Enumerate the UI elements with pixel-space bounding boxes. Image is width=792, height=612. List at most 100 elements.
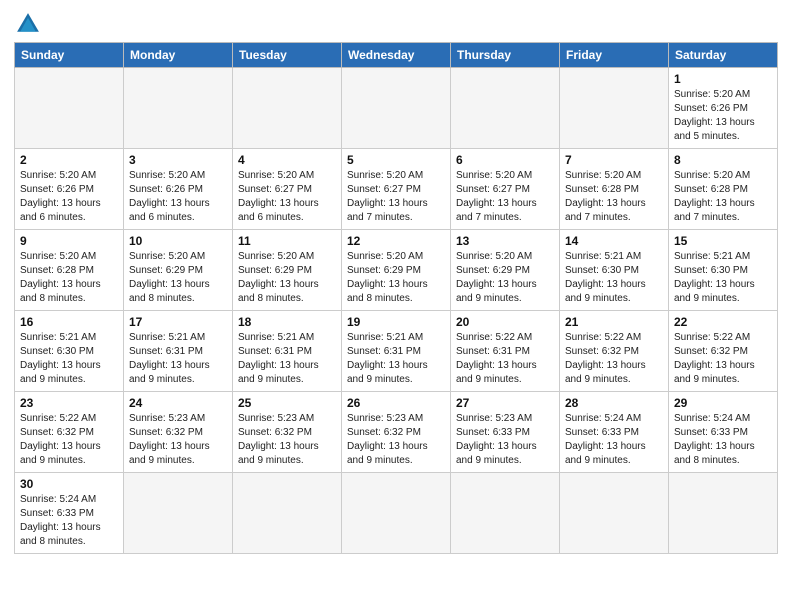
- calendar-cell: 9Sunrise: 5:20 AM Sunset: 6:28 PM Daylig…: [15, 230, 124, 311]
- day-number: 18: [238, 315, 336, 329]
- col-friday: Friday: [560, 43, 669, 68]
- day-number: 27: [456, 396, 554, 410]
- col-thursday: Thursday: [451, 43, 560, 68]
- day-number: 15: [674, 234, 772, 248]
- calendar-cell: 28 Sunrise: 5:24 AM Sunset: 6:33 PM Dayli…: [560, 392, 669, 473]
- calendar-cell: [15, 68, 124, 149]
- week-row-5: 23Sunrise: 5:22 AM Sunset: 6:32 PM Dayli…: [15, 392, 778, 473]
- calendar-cell: 7Sunrise: 5:20 AM Sunset: 6:28 PM Daylig…: [560, 149, 669, 230]
- day-number: 13: [456, 234, 554, 248]
- calendar-cell: 22Sunrise: 5:22 AM Sunset: 6:32 PM Dayli…: [669, 311, 778, 392]
- calendar-cell: 11 Sunrise: 5:20 AM Sunset: 6:29 PM Dayli…: [233, 230, 342, 311]
- day-number: 8: [674, 153, 772, 167]
- day-info: Sunrise: 5:21 AM Sunset: 6:31 PM Dayligh…: [129, 331, 227, 387]
- day-number: 10: [129, 234, 227, 248]
- calendar-cell: [233, 473, 342, 554]
- calendar-cell: [451, 68, 560, 149]
- day-info: Sunrise: 5:20 AM Sunset: 6:26 PM Dayligh…: [674, 88, 772, 144]
- calendar-page: Sunday Monday Tuesday Wednesday Thursday…: [0, 0, 792, 612]
- col-sunday: Sunday: [15, 43, 124, 68]
- calendar-cell: [124, 68, 233, 149]
- day-info: Sunrise: 5:22 AM Sunset: 6:31 PM Dayligh…: [456, 331, 554, 387]
- week-row-2: 2Sunrise: 5:20 AM Sunset: 6:26 PM Daylig…: [15, 149, 778, 230]
- day-number: 23: [20, 396, 118, 410]
- day-info: Sunrise: 5:20 AM Sunset: 6:27 PM Dayligh…: [456, 169, 554, 225]
- day-info: Sunrise: 5:24 AM Sunset: 6:33 PM Dayligh…: [20, 493, 118, 549]
- calendar-cell: [669, 473, 778, 554]
- calendar-cell: 16 Sunrise: 5:21 AM Sunset: 6:30 PM Dayli…: [15, 311, 124, 392]
- day-number: 5: [347, 153, 445, 167]
- day-number: 3: [129, 153, 227, 167]
- day-info: Sunrise: 5:21 AM Sunset: 6:30 PM Dayligh…: [565, 250, 663, 306]
- day-info: Sunrise: 5:20 AM Sunset: 6:29 PM Dayligh…: [129, 250, 227, 306]
- day-info: Sunrise: 5:22 AM Sunset: 6:32 PM Dayligh…: [565, 331, 663, 387]
- calendar-cell: 18 Sunrise: 5:21 AM Sunset: 6:31 PM Dayli…: [233, 311, 342, 392]
- day-number: 26: [347, 396, 445, 410]
- calendar-cell: 13 Sunrise: 5:20 AM Sunset: 6:29 PM Dayli…: [451, 230, 560, 311]
- calendar-cell: 17 Sunrise: 5:21 AM Sunset: 6:31 PM Dayli…: [124, 311, 233, 392]
- page-header: [14, 10, 778, 38]
- col-monday: Monday: [124, 43, 233, 68]
- day-number: 7: [565, 153, 663, 167]
- week-row-3: 9Sunrise: 5:20 AM Sunset: 6:28 PM Daylig…: [15, 230, 778, 311]
- day-info: Sunrise: 5:23 AM Sunset: 6:32 PM Dayligh…: [129, 412, 227, 468]
- day-number: 1: [674, 72, 772, 86]
- calendar-cell: 20 Sunrise: 5:22 AM Sunset: 6:31 PM Dayli…: [451, 311, 560, 392]
- day-info: Sunrise: 5:21 AM Sunset: 6:30 PM Dayligh…: [674, 250, 772, 306]
- day-number: 29: [674, 396, 772, 410]
- calendar-cell: 23Sunrise: 5:22 AM Sunset: 6:32 PM Dayli…: [15, 392, 124, 473]
- day-info: Sunrise: 5:20 AM Sunset: 6:28 PM Dayligh…: [674, 169, 772, 225]
- calendar-cell: 8 Sunrise: 5:20 AM Sunset: 6:28 PM Daylig…: [669, 149, 778, 230]
- day-info: Sunrise: 5:20 AM Sunset: 6:26 PM Dayligh…: [129, 169, 227, 225]
- day-number: 19: [347, 315, 445, 329]
- calendar-table: Sunday Monday Tuesday Wednesday Thursday…: [14, 42, 778, 554]
- day-info: Sunrise: 5:21 AM Sunset: 6:30 PM Dayligh…: [20, 331, 118, 387]
- calendar-cell: 19Sunrise: 5:21 AM Sunset: 6:31 PM Dayli…: [342, 311, 451, 392]
- calendar-cell: 12 Sunrise: 5:20 AM Sunset: 6:29 PM Dayli…: [342, 230, 451, 311]
- calendar-cell: 30Sunrise: 5:24 AM Sunset: 6:33 PM Dayli…: [15, 473, 124, 554]
- day-info: Sunrise: 5:23 AM Sunset: 6:32 PM Dayligh…: [238, 412, 336, 468]
- day-number: 17: [129, 315, 227, 329]
- logo-icon: [14, 10, 42, 38]
- calendar-cell: 21Sunrise: 5:22 AM Sunset: 6:32 PM Dayli…: [560, 311, 669, 392]
- calendar-cell: [124, 473, 233, 554]
- calendar-cell: 27Sunrise: 5:23 AM Sunset: 6:33 PM Dayli…: [451, 392, 560, 473]
- day-number: 14: [565, 234, 663, 248]
- day-number: 28: [565, 396, 663, 410]
- day-number: 16: [20, 315, 118, 329]
- calendar-cell: [233, 68, 342, 149]
- logo: [14, 10, 46, 38]
- day-info: Sunrise: 5:24 AM Sunset: 6:33 PM Dayligh…: [674, 412, 772, 468]
- calendar-cell: 1 Sunrise: 5:20 AM Sunset: 6:26 PM Daylig…: [669, 68, 778, 149]
- calendar-cell: 6 Sunrise: 5:20 AM Sunset: 6:27 PM Daylig…: [451, 149, 560, 230]
- weekday-header-row: Sunday Monday Tuesday Wednesday Thursday…: [15, 43, 778, 68]
- calendar-cell: [560, 68, 669, 149]
- day-info: Sunrise: 5:20 AM Sunset: 6:29 PM Dayligh…: [347, 250, 445, 306]
- day-info: Sunrise: 5:22 AM Sunset: 6:32 PM Dayligh…: [674, 331, 772, 387]
- day-info: Sunrise: 5:23 AM Sunset: 6:32 PM Dayligh…: [347, 412, 445, 468]
- week-row-4: 16 Sunrise: 5:21 AM Sunset: 6:30 PM Dayli…: [15, 311, 778, 392]
- day-info: Sunrise: 5:20 AM Sunset: 6:27 PM Dayligh…: [347, 169, 445, 225]
- calendar-cell: [342, 68, 451, 149]
- week-row-1: 1 Sunrise: 5:20 AM Sunset: 6:26 PM Daylig…: [15, 68, 778, 149]
- calendar-cell: 15 Sunrise: 5:21 AM Sunset: 6:30 PM Dayli…: [669, 230, 778, 311]
- day-number: 12: [347, 234, 445, 248]
- calendar-cell: 14 Sunrise: 5:21 AM Sunset: 6:30 PM Dayli…: [560, 230, 669, 311]
- day-info: Sunrise: 5:20 AM Sunset: 6:29 PM Dayligh…: [238, 250, 336, 306]
- day-number: 20: [456, 315, 554, 329]
- day-info: Sunrise: 5:20 AM Sunset: 6:29 PM Dayligh…: [456, 250, 554, 306]
- calendar-cell: 10 Sunrise: 5:20 AM Sunset: 6:29 PM Dayli…: [124, 230, 233, 311]
- calendar-cell: 25Sunrise: 5:23 AM Sunset: 6:32 PM Dayli…: [233, 392, 342, 473]
- day-number: 24: [129, 396, 227, 410]
- day-info: Sunrise: 5:20 AM Sunset: 6:28 PM Dayligh…: [20, 250, 118, 306]
- col-wednesday: Wednesday: [342, 43, 451, 68]
- day-number: 6: [456, 153, 554, 167]
- day-info: Sunrise: 5:20 AM Sunset: 6:27 PM Dayligh…: [238, 169, 336, 225]
- calendar-cell: 2Sunrise: 5:20 AM Sunset: 6:26 PM Daylig…: [15, 149, 124, 230]
- day-info: Sunrise: 5:24 AM Sunset: 6:33 PM Dayligh…: [565, 412, 663, 468]
- day-number: 11: [238, 234, 336, 248]
- calendar-cell: 24 Sunrise: 5:23 AM Sunset: 6:32 PM Dayli…: [124, 392, 233, 473]
- col-tuesday: Tuesday: [233, 43, 342, 68]
- day-info: Sunrise: 5:21 AM Sunset: 6:31 PM Dayligh…: [238, 331, 336, 387]
- calendar-cell: 5 Sunrise: 5:20 AM Sunset: 6:27 PM Daylig…: [342, 149, 451, 230]
